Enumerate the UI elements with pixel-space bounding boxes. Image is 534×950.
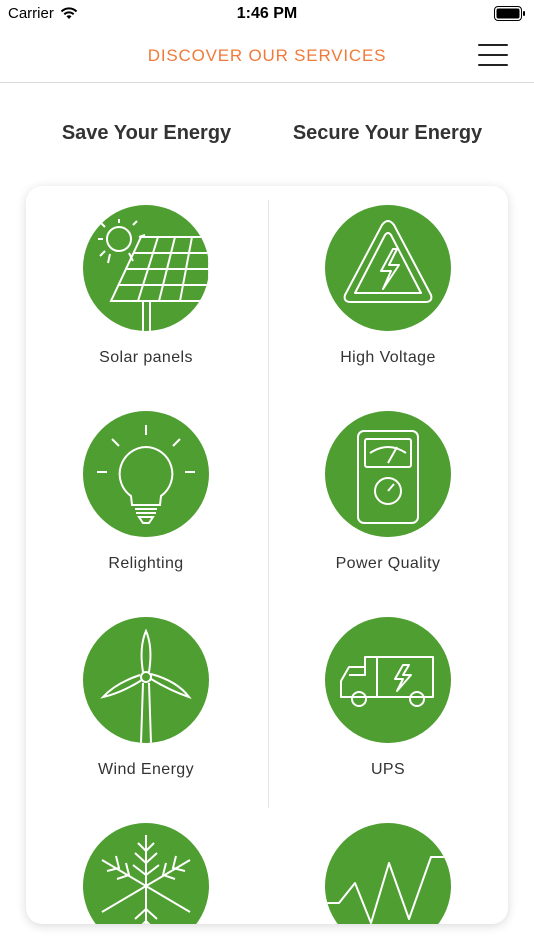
section-titles: Save Your Energy Secure Your Energy <box>0 122 534 152</box>
waveform-icon <box>325 823 451 924</box>
service-label: High Voltage <box>340 349 436 366</box>
battery-icon <box>494 6 525 21</box>
service-high-voltage[interactable]: High Voltage <box>268 205 508 367</box>
service-power-quality[interactable]: Power Quality <box>268 411 508 573</box>
service-waveform[interactable] <box>268 823 508 924</box>
services-card: Solar panels Relighting Wind Energy High… <box>26 186 508 924</box>
section-title-secure[interactable]: Secure Your Energy <box>254 122 521 145</box>
service-label: UPS <box>370 761 406 778</box>
service-solar-panels[interactable]: Solar panels <box>26 205 266 367</box>
hamburger-menu-icon[interactable] <box>478 44 508 66</box>
service-relighting[interactable]: Relighting <box>26 411 266 573</box>
snowflake-icon <box>83 823 209 924</box>
light-bulb-icon <box>83 411 209 537</box>
status-bar: Carrier 1:46 PM <box>0 0 534 28</box>
service-label: Solar panels <box>99 349 193 366</box>
service-label: Wind Energy <box>98 761 194 778</box>
van-icon <box>325 617 451 743</box>
status-time: 1:46 PM <box>236 5 298 22</box>
service-ups[interactable]: UPS <box>268 617 508 779</box>
service-label: Power Quality <box>335 555 441 572</box>
service-wind-energy[interactable]: Wind Energy <box>26 617 266 779</box>
solar-panel-icon <box>83 205 209 331</box>
service-label: Relighting <box>108 555 184 572</box>
wind-turbine-icon <box>83 617 209 743</box>
nav-bar: DISCOVER OUR SERVICES <box>0 28 534 83</box>
page-title: DISCOVER OUR SERVICES <box>147 46 387 65</box>
meter-icon <box>325 411 451 537</box>
service-cooling[interactable] <box>26 823 266 924</box>
high-voltage-icon <box>325 205 451 331</box>
section-title-save[interactable]: Save Your Energy <box>13 122 280 145</box>
